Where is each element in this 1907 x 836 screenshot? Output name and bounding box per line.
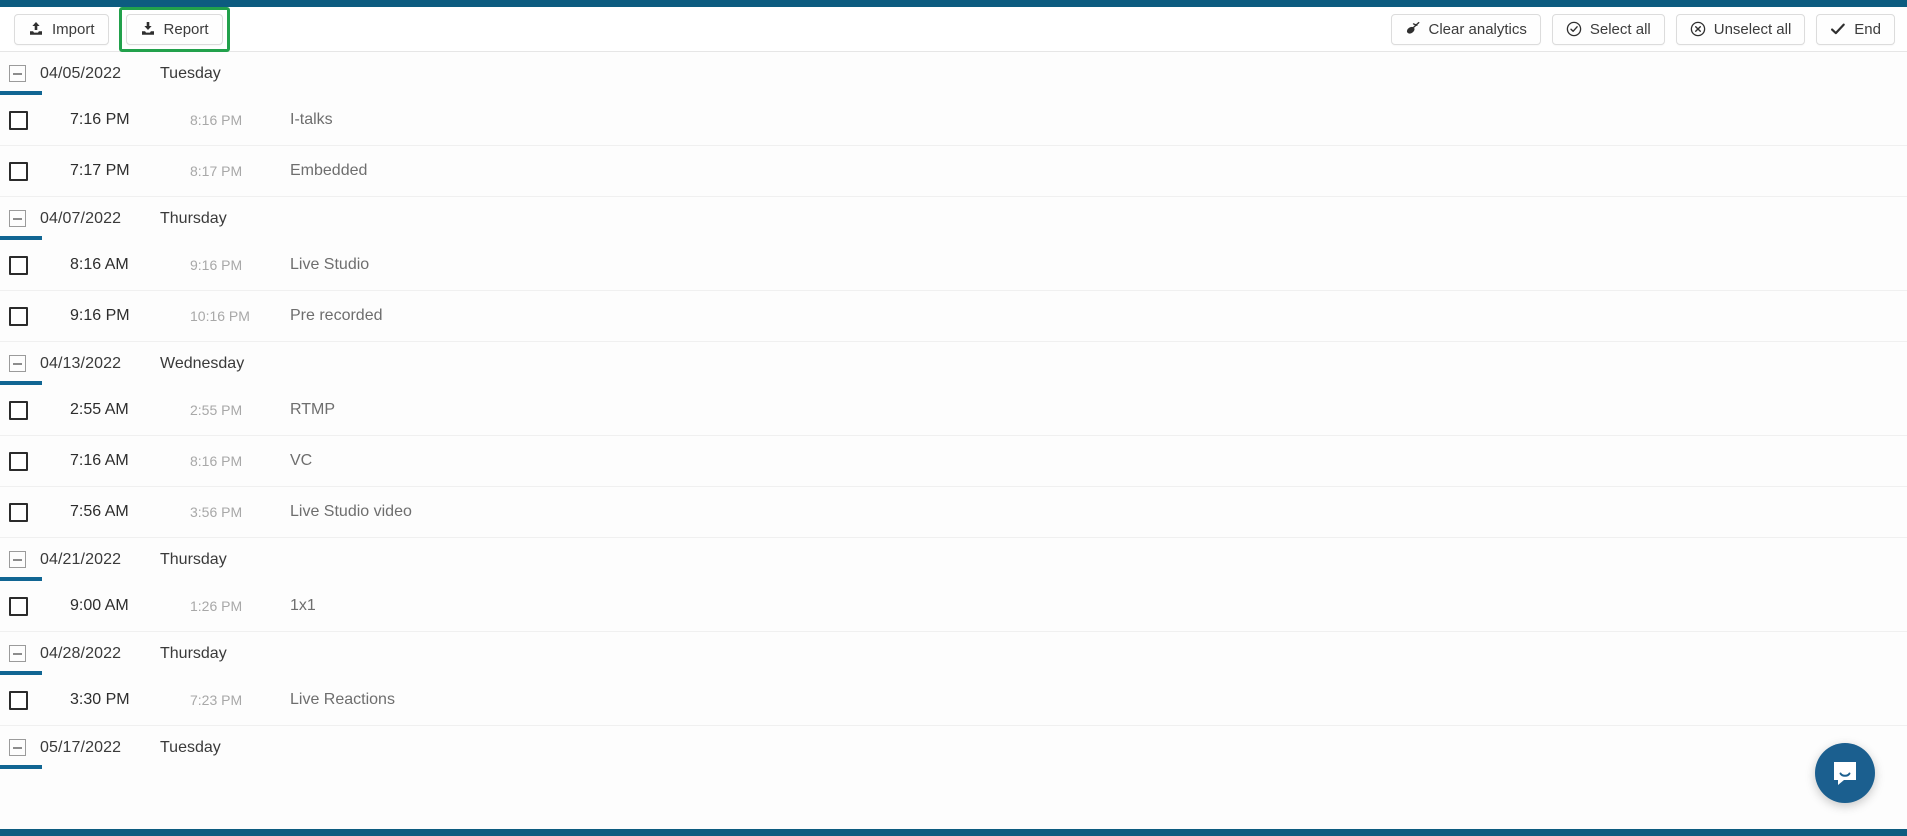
group-weekday: Wednesday [160,354,245,372]
session-start-time: 9:16 PM [70,307,130,324]
top-accent-bar [0,0,1907,7]
button-label: Unselect all [1713,20,1792,38]
session-title: Embedded [290,162,368,179]
report-button-highlight: Report [118,6,230,52]
group-weekday: Thursday [160,209,227,227]
chat-launcher-button[interactable] [1815,743,1875,803]
session-row[interactable]: 2:55 AM 2:55 PM RTMP [0,385,1907,436]
collapse-group-icon[interactable] [9,210,26,227]
toolbar: Import Report Clear analytics Select all Un… [0,6,1907,52]
session-title: Live Studio video [290,503,412,520]
session-title: Live Studio [290,256,370,273]
session-start-time: 9:00 AM [70,597,129,614]
group-date: 04/05/2022 [40,64,122,82]
session-row[interactable]: 9:00 AM 1:26 PM 1x1 [0,581,1907,632]
date-group-header: 04/28/2022 Thursday [0,632,1907,675]
session-title: 1x1 [290,597,316,614]
session-title: VC [290,452,313,469]
session-end-time: 1:26 PM [190,598,243,614]
date-group-header: 04/07/2022 Thursday [0,197,1907,240]
row-checkbox[interactable] [9,596,28,616]
group-weekday: Thursday [160,550,227,568]
date-group-header: 04/13/2022 Wednesday [0,342,1907,385]
collapse-group-icon[interactable] [9,739,26,756]
session-start-time: 2:55 AM [70,401,129,418]
button-label: Select all [1589,20,1651,38]
date-group-header: 04/21/2022 Thursday [0,538,1907,581]
session-title: I-talks [290,111,333,128]
group-date: 04/07/2022 [40,209,122,227]
session-start-time: 8:16 AM [70,256,129,273]
group-weekday: Tuesday [160,738,221,756]
row-checkbox[interactable] [9,451,28,471]
date-group-header: 04/05/2022 Tuesday [0,52,1907,95]
group-date: 04/28/2022 [40,644,122,662]
collapse-group-icon[interactable] [9,645,26,662]
x-circle-icon [1690,21,1706,37]
session-start-time: 7:16 PM [70,111,130,128]
bottom-accent-bar [0,829,1907,836]
import-button[interactable]: Import [14,13,109,45]
session-end-time: 3:56 PM [190,504,243,520]
session-row[interactable]: 7:56 AM 3:56 PM Live Studio video [0,487,1907,538]
session-start-time: 7:16 AM [70,452,129,469]
group-weekday: Thursday [160,644,227,662]
clear-analytics-button[interactable]: Clear analytics [1390,13,1541,45]
group-date: 05/17/2022 [40,738,122,756]
row-checkbox[interactable] [9,161,28,181]
session-row[interactable]: 7:17 PM 8:17 PM Embedded [0,146,1907,197]
session-end-time: 8:17 PM [190,163,243,179]
row-checkbox[interactable] [9,306,28,326]
session-start-time: 3:30 PM [70,691,130,708]
broom-icon [1405,21,1421,37]
row-checkbox[interactable] [9,502,28,522]
check-circle-icon [1566,21,1582,37]
group-weekday: Tuesday [160,64,221,82]
session-start-time: 7:56 AM [70,503,129,520]
button-label: End [1854,20,1881,38]
row-checkbox[interactable] [9,110,28,130]
session-row[interactable]: 7:16 AM 8:16 PM VC [0,436,1907,487]
app-root: Import Report Clear analytics Select all Un… [0,0,1907,836]
session-title: Live Reactions [290,691,395,708]
session-row[interactable]: 9:16 PM 10:16 PM Pre recorded [0,291,1907,342]
row-checkbox[interactable] [9,690,28,710]
session-end-time: 10:16 PM [190,308,250,324]
button-label: Report [163,20,209,38]
session-list: 04/05/2022 Tuesday 7:16 PM 8:16 PM I-talks 7:… [0,52,1907,829]
session-end-time: 9:16 PM [190,257,243,273]
upload-icon [28,21,44,37]
button-label: Clear analytics [1428,20,1527,38]
session-start-time: 7:17 PM [70,162,130,179]
toolbar-left-group: Import Report [14,6,230,52]
session-row[interactable]: 7:16 PM 8:16 PM I-talks [0,95,1907,146]
download-icon [140,21,156,37]
group-date: 04/13/2022 [40,354,122,372]
unselect-all-button[interactable]: Unselect all [1675,13,1806,45]
collapse-group-icon[interactable] [9,65,26,82]
session-end-time: 7:23 PM [190,692,243,708]
session-title: Pre recorded [290,307,383,324]
session-end-time: 2:55 PM [190,402,243,418]
select-all-button[interactable]: Select all [1551,13,1665,45]
date-group-header: 05/17/2022 Tuesday [0,726,1907,769]
button-label: Import [52,20,95,38]
row-checkbox[interactable] [9,400,28,420]
session-end-time: 8:16 PM [190,453,243,469]
session-end-time: 8:16 PM [190,112,243,128]
toolbar-right-group: Clear analytics Select all Unselect all End [1390,13,1895,45]
session-row[interactable]: 3:30 PM 7:23 PM Live Reactions [0,675,1907,726]
session-title: RTMP [290,401,336,418]
row-checkbox[interactable] [9,255,28,275]
collapse-group-icon[interactable] [9,355,26,372]
session-row[interactable]: 8:16 AM 9:16 PM Live Studio [0,240,1907,291]
check-icon [1830,21,1846,37]
chat-bubble-icon [1830,758,1860,788]
report-button[interactable]: Report [125,13,223,45]
collapse-group-icon[interactable] [9,551,26,568]
end-button[interactable]: End [1816,13,1895,45]
group-date: 04/21/2022 [40,550,122,568]
